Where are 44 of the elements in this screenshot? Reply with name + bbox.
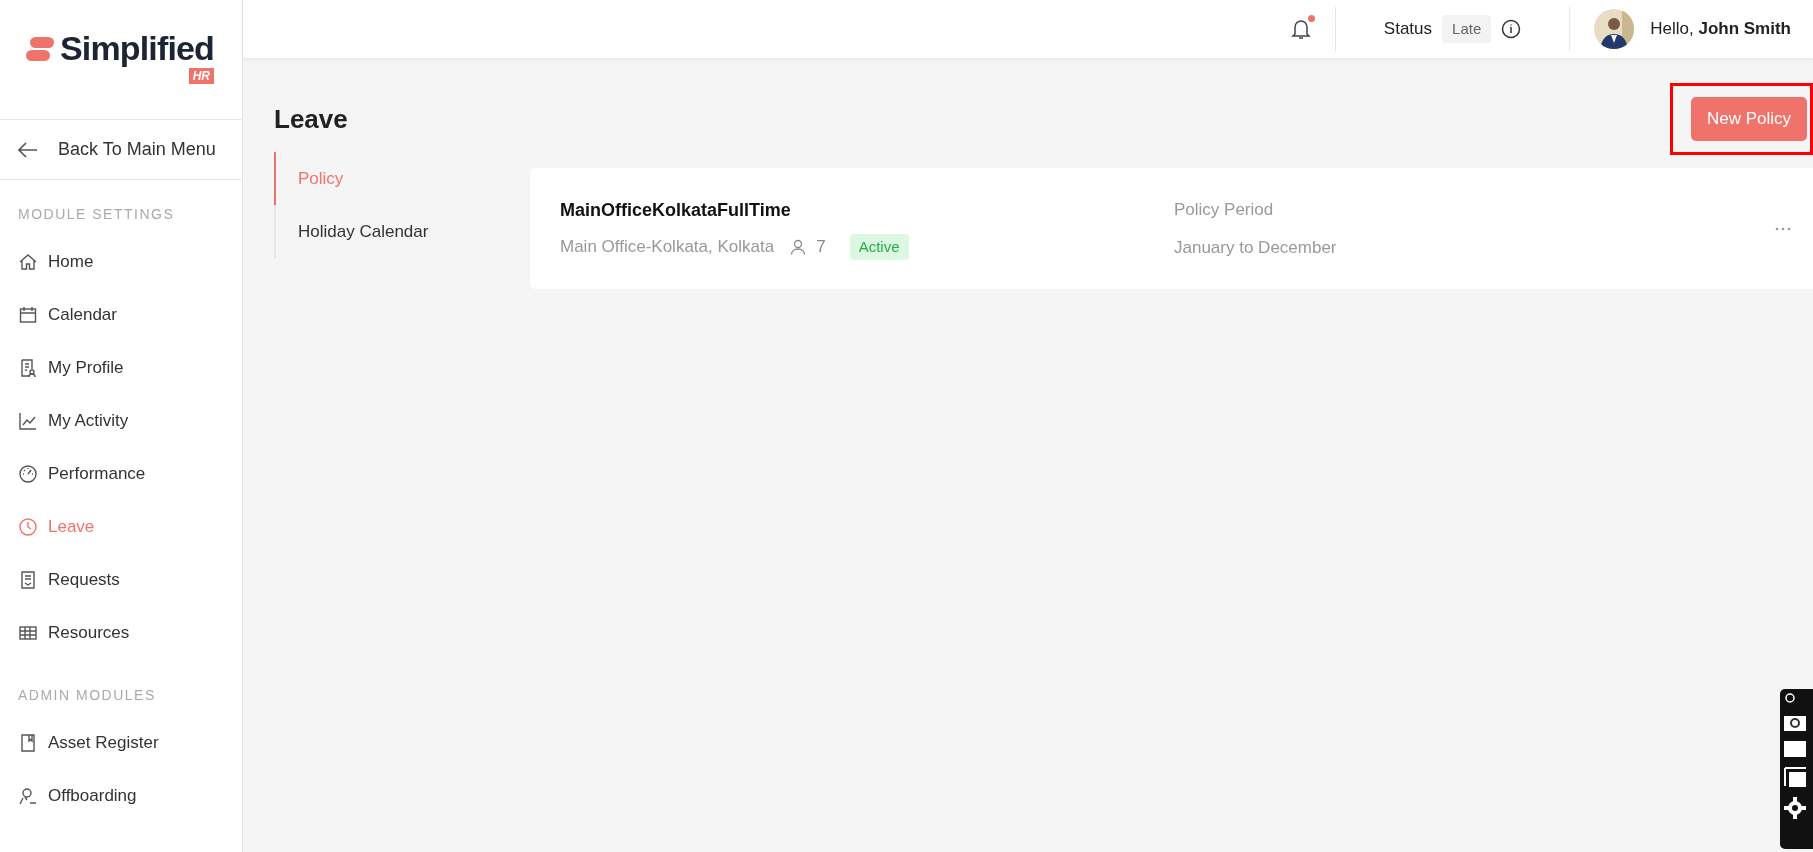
sidebar-item[interactable]: Resources xyxy=(0,606,242,659)
sidebar-item[interactable]: Asset Register xyxy=(0,716,242,769)
member-count: 7 xyxy=(816,236,826,259)
gauge-icon xyxy=(18,463,38,484)
clock-icon xyxy=(18,516,38,537)
greeting-text: Hello, John Smith xyxy=(1650,18,1791,41)
camera-icon[interactable] xyxy=(1784,713,1806,731)
settings-icon[interactable] xyxy=(1784,797,1806,819)
period-label: Policy Period xyxy=(1174,199,1275,221)
logo-icon xyxy=(26,35,54,62)
policy-location: Main Office-Kolkata, Kolkata xyxy=(560,236,775,259)
document-person-icon xyxy=(18,357,38,378)
status-tag: Active xyxy=(849,233,909,261)
sidebar-item[interactable]: Offboarding xyxy=(0,769,242,822)
more-icon[interactable] xyxy=(1775,226,1791,231)
person-icon xyxy=(18,785,38,806)
status-tag: Late xyxy=(1442,14,1492,44)
back-link[interactable]: Back To Main Menu xyxy=(0,120,242,180)
status-label: Status xyxy=(1383,18,1433,41)
sidebar-item[interactable]: Performance xyxy=(0,447,242,500)
sidebar-item[interactable]: Home xyxy=(0,235,242,288)
calendar-icon xyxy=(18,304,38,325)
info-icon[interactable] xyxy=(1501,19,1522,39)
sidebar-item[interactable]: My Activity xyxy=(0,394,242,447)
sidebar-item[interactable]: Requests xyxy=(0,553,242,606)
bell-icon[interactable] xyxy=(1290,18,1311,40)
policy-name: MainOfficeKolkataFullTime xyxy=(560,198,792,222)
book-icon xyxy=(18,732,38,753)
tab[interactable]: Holiday Calendar xyxy=(274,205,468,258)
period-value: January to December xyxy=(1174,236,1338,259)
logo-wordmark: Simplified xyxy=(60,27,214,68)
logo-badge: HR xyxy=(188,67,214,84)
sidebar-item[interactable]: Calendar xyxy=(0,288,242,341)
section-heading: MODULE SETTINGS xyxy=(17,205,176,224)
back-arrow-icon xyxy=(18,141,38,158)
policy-card[interactable]: MainOfficeKolkataFullTime Main Office-Kolkata, Kolkata 7 Active Policy Period January to December xyxy=(530,168,1813,289)
line-chart-icon xyxy=(18,410,38,431)
copy-icon[interactable] xyxy=(1784,767,1806,787)
home-icon xyxy=(18,251,38,272)
section-heading: ADMIN MODULES xyxy=(17,686,157,705)
document-icon xyxy=(18,569,38,590)
sidebar-item[interactable]: My Profile xyxy=(0,341,242,394)
person-icon xyxy=(790,239,807,255)
page-title: Leave xyxy=(274,102,348,136)
